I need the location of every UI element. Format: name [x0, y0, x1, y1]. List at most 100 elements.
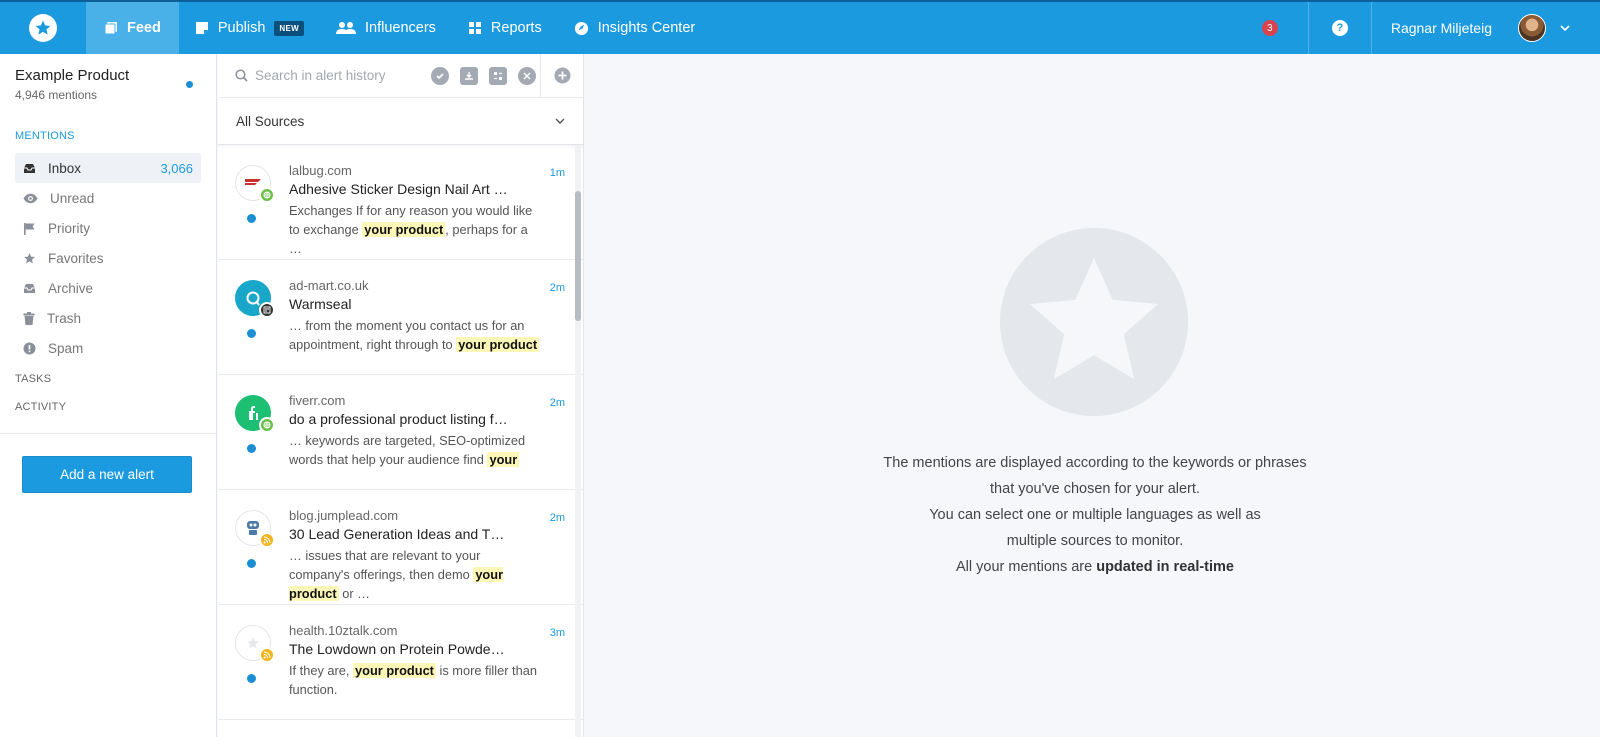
sidebar-item-priority[interactable]: Priority — [15, 213, 201, 243]
empty-state-star-icon — [1000, 228, 1188, 416]
add-alert-button[interactable]: Add a new alert — [22, 456, 192, 493]
download-icon[interactable] — [460, 66, 478, 85]
item-title: 30 Lead Generation Ideas and T… — [289, 526, 505, 542]
list-item[interactable]: fiverr.com 2m do a professional product … — [218, 375, 583, 490]
rss-source-icon — [259, 532, 275, 548]
mentions-count: 4,946 mentions — [15, 88, 98, 102]
item-snippet: Exchanges If for any reason you would li… — [289, 201, 543, 258]
nav-publish[interactable]: Publish NEW — [179, 2, 320, 54]
insights-icon — [574, 21, 588, 35]
scrollbar-thumb[interactable] — [575, 191, 581, 321]
sources-value: All Sources — [236, 113, 305, 129]
sidebar-item-favorites[interactable]: Favorites — [15, 243, 201, 273]
empty-state-line-text: All your mentions are — [955, 559, 1097, 575]
web-source-icon — [259, 187, 275, 203]
mute-icon[interactable] — [518, 66, 536, 85]
unread-dot — [186, 81, 193, 88]
empty-state-text: The mentions are displayed according to … — [785, 450, 1405, 580]
list-item[interactable]: ad-mart.co.uk 2m Warmseal … from the mom… — [218, 260, 583, 375]
unread-dot — [247, 444, 256, 453]
app-logo[interactable] — [0, 2, 86, 54]
search-input[interactable] — [255, 68, 425, 83]
new-badge: NEW — [274, 20, 304, 36]
section-tasks[interactable]: TASKS — [0, 365, 216, 393]
notification-count-badge: 3 — [1261, 20, 1278, 36]
sidebar-item-label: Archive — [48, 280, 94, 296]
flag-icon — [24, 222, 35, 235]
search-bar — [218, 54, 583, 98]
trash-icon — [23, 311, 35, 325]
keyword-highlight: your — [487, 452, 520, 467]
item-snippet: … issues that are relevant to your compa… — [289, 546, 543, 603]
item-domain: blog.jumplead.com — [289, 508, 399, 523]
snippet-text: or … — [338, 586, 370, 601]
list-item[interactable]: blog.jumplead.com 2m 30 Lead Generation … — [218, 490, 583, 605]
influencers-icon — [335, 22, 356, 34]
sidebar-item-spam[interactable]: Spam — [15, 333, 201, 363]
rss-source-icon — [259, 647, 275, 663]
eye-icon — [23, 193, 38, 203]
chevron-down-icon — [1560, 24, 1570, 31]
sidebar-item-label: Spam — [48, 340, 84, 356]
keyword-highlight: your product — [362, 222, 446, 237]
sidebar: Example Product 4,946 mentions MENTIONS … — [0, 54, 217, 737]
nav-feed[interactable]: Feed — [86, 2, 179, 54]
avatar — [1518, 14, 1546, 42]
nav-influencers-label: Influencers — [364, 20, 436, 36]
item-domain: health.10ztalk.com — [289, 623, 398, 638]
sources-dropdown[interactable]: All Sources — [218, 98, 583, 145]
empty-state-emphasis: updated in real-time — [1096, 559, 1234, 575]
item-domain: ad-mart.co.uk — [289, 278, 369, 293]
star-icon — [24, 252, 35, 263]
item-time: 2m — [549, 512, 565, 524]
snippet-text: … issues that are relevant to your compa… — [289, 548, 481, 582]
list-item[interactable]: lalbug.com 1m Adhesive Sticker Design Na… — [218, 145, 583, 260]
sidebar-item-label: Inbox — [48, 160, 82, 176]
mentions-menu: Inbox 3,066 Unread Priority Favorites Ar… — [0, 153, 216, 363]
notifications-button[interactable]: 3 — [1232, 2, 1308, 54]
plus-circle-icon — [554, 67, 570, 84]
archive-icon — [24, 283, 35, 293]
nav-insights-center[interactable]: Insights Center — [558, 2, 712, 54]
mentions-list-panel: All Sources lalbug.com 1m Adhesive Stick… — [218, 54, 584, 737]
sidebar-item-inbox[interactable]: Inbox 3,066 — [15, 153, 201, 183]
unread-dot — [247, 214, 256, 223]
keyword-highlight: your product — [353, 663, 436, 678]
item-title: The Lowdown on Protein Powde… — [289, 641, 505, 657]
inbox-count: 3,066 — [160, 160, 193, 176]
nav-reports[interactable]: Reports — [452, 2, 558, 54]
sidebar-item-trash[interactable]: Trash — [15, 303, 201, 333]
section-activity[interactable]: ACTIVITY — [0, 393, 216, 421]
inbox-icon — [24, 163, 35, 173]
chevron-down-icon — [555, 118, 565, 124]
unread-dot — [247, 329, 256, 338]
nav-publish-label: Publish — [217, 20, 266, 36]
empty-state-line: All your mentions are updated in real-ti… — [785, 554, 1405, 580]
filter-settings-icon[interactable] — [489, 66, 507, 85]
item-time: 1m — [549, 167, 565, 179]
sidebar-item-label: Favorites — [48, 250, 104, 266]
snippet-text: If they are, — [289, 663, 354, 678]
item-title: do a professional product listing f… — [289, 411, 508, 427]
nav-influencers[interactable]: Influencers — [320, 2, 452, 54]
item-domain: lalbug.com — [289, 163, 352, 178]
user-name: Ragnar Miljeteig — [1390, 20, 1492, 36]
product-header[interactable]: Example Product 4,946 mentions — [0, 54, 216, 122]
nav-insights-label: Insights Center — [597, 20, 696, 36]
item-title: Warmseal — [289, 296, 352, 312]
sidebar-item-unread[interactable]: Unread — [15, 183, 201, 213]
add-filter-button[interactable] — [540, 54, 583, 97]
section-mentions[interactable]: MENTIONS — [0, 122, 216, 150]
nav-feed-label: Feed — [127, 20, 161, 36]
empty-state-line: that you've chosen for your alert. — [990, 481, 1200, 497]
item-time: 3m — [549, 627, 565, 639]
search-icon — [235, 69, 248, 82]
list-item[interactable]: health.10ztalk.com 3m The Lowdown on Pro… — [218, 605, 583, 720]
item-snippet: … keywords are targeted, SEO-optimized w… — [289, 431, 543, 469]
help-button[interactable]: ? — [1307, 2, 1372, 54]
check-icon[interactable] — [431, 66, 449, 85]
sidebar-item-archive[interactable]: Archive — [15, 273, 201, 303]
user-menu[interactable]: Ragnar Miljeteig — [1372, 2, 1600, 54]
publish-icon — [195, 22, 208, 34]
item-time: 2m — [549, 397, 565, 409]
